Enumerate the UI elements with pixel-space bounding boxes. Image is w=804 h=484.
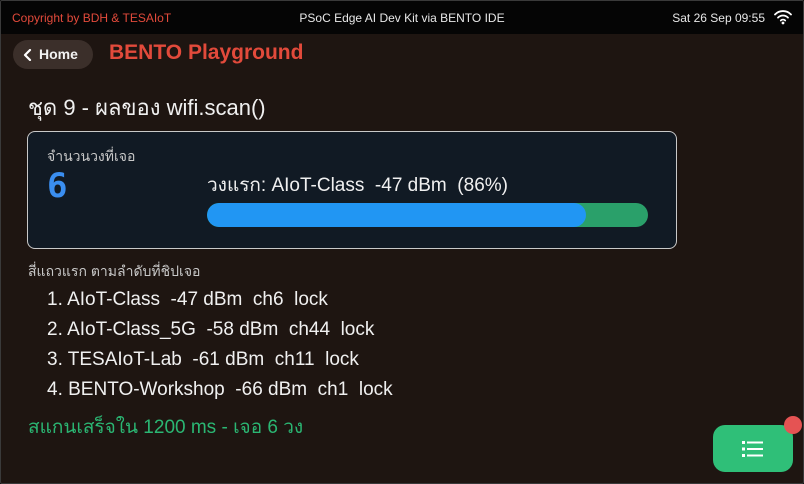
- home-button-label: Home: [39, 46, 78, 62]
- signal-strength-fill: [207, 203, 587, 227]
- list-item: 1. AIoT-Class -47 dBm ch6 lock: [47, 289, 328, 310]
- notification-badge: [784, 416, 802, 434]
- scan-result-card: จำนวนวงที่เจอ 6 วงแรก: AIoT-Class -47 dB…: [27, 131, 677, 249]
- network-count-value: 6: [47, 166, 69, 206]
- signal-strength-bar: [207, 203, 648, 227]
- network-list: 1. AIoT-Class -47 dBm ch6 lock 2. AIoT-C…: [47, 288, 393, 408]
- list-item: 4. BENTO-Workshop -66 dBm ch1 lock: [47, 379, 393, 400]
- status-datetime: Sat 26 Sep 09:55: [672, 11, 765, 25]
- app-screen: Copyright by BDH & TESAIoT PSoC Edge AI …: [0, 0, 804, 484]
- home-button[interactable]: Home: [13, 40, 93, 69]
- page-title: ชุด 9 - ผลของ wifi.scan(): [28, 95, 266, 120]
- menu-fab-button[interactable]: [713, 425, 793, 472]
- scan-summary: สแกนเสร็จใน 1200 ms - เจอ 6 วง: [28, 417, 304, 438]
- wifi-icon: [774, 10, 792, 25]
- status-bar: Copyright by BDH & TESAIoT PSoC Edge AI …: [1, 1, 803, 34]
- strongest-network-text: วงแรก: AIoT-Class -47 dBm (86%): [207, 175, 508, 196]
- list-item: 3. TESAIoT-Lab -61 dBm ch11 lock: [47, 349, 359, 370]
- menu-list-icon: [742, 441, 763, 457]
- chevron-left-icon: [23, 49, 32, 61]
- network-count-label: จำนวนวงที่เจอ: [47, 148, 136, 164]
- list-item: 2. AIoT-Class_5G -58 dBm ch44 lock: [47, 319, 375, 340]
- list-caption: สี่แถวแรก ตามลำดับที่ชิปเจอ: [28, 263, 201, 279]
- app-title: BENTO Playground: [109, 41, 304, 64]
